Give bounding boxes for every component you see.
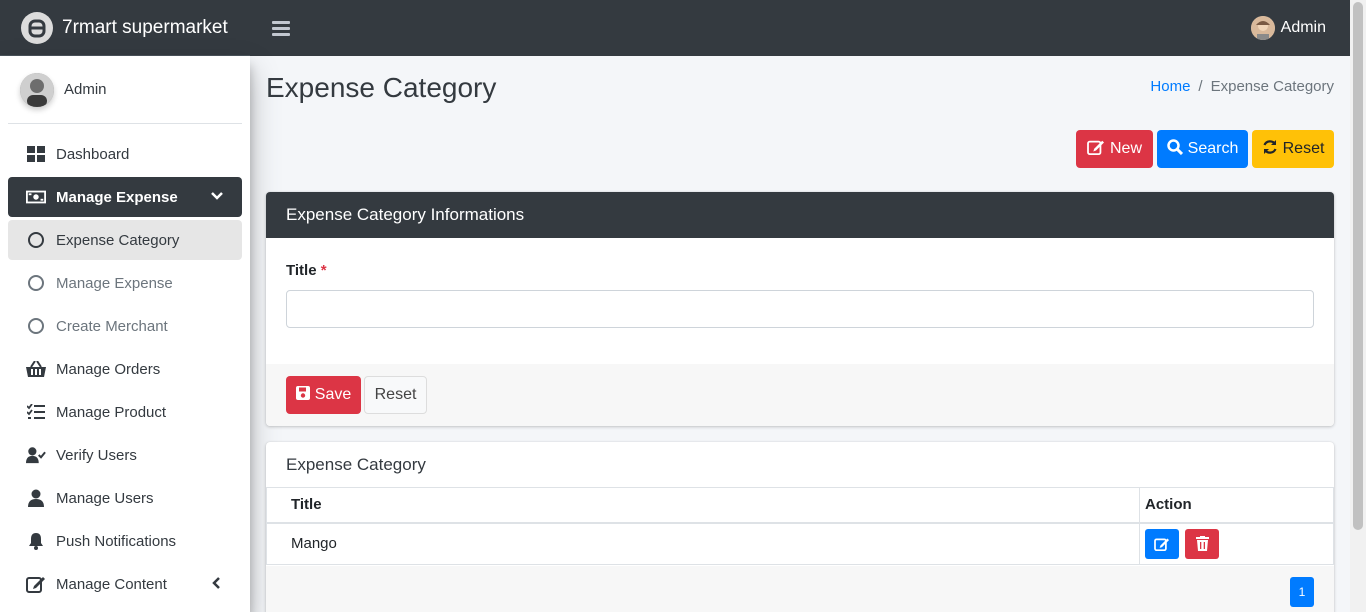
sidebar-item-label: Manage Orders bbox=[56, 360, 161, 378]
sidebar-item-label: Expense Category bbox=[56, 231, 180, 249]
basket-icon bbox=[26, 359, 46, 379]
main-content: Expense Category Home / Expense Category… bbox=[250, 56, 1350, 612]
page-title: Expense Category bbox=[266, 72, 497, 103]
form-card-header: Expense Category Informations bbox=[266, 192, 1334, 238]
new-button[interactable]: New bbox=[1076, 130, 1153, 168]
table-row: Mango bbox=[266, 522, 1334, 565]
save-icon bbox=[295, 385, 310, 405]
form-card-footer: Save Reset bbox=[266, 364, 1334, 426]
sidebar-item-label: Dashboard bbox=[56, 145, 130, 163]
edit-icon bbox=[1154, 538, 1169, 551]
reset-button-label: Reset bbox=[1282, 140, 1325, 157]
search-button[interactable]: Search bbox=[1157, 130, 1248, 168]
scrollbar-thumb[interactable] bbox=[1353, 2, 1363, 530]
user-icon bbox=[26, 488, 46, 508]
sidebar-item-manage-expense-sub[interactable]: Manage Expense bbox=[8, 263, 242, 303]
sidebar-item-label: Manage Content bbox=[56, 575, 167, 593]
sidebar-item-expense-category[interactable]: Expense Category bbox=[8, 220, 242, 260]
save-button[interactable]: Save bbox=[286, 376, 361, 414]
circle-icon bbox=[26, 273, 46, 293]
pagination-bar: 1 bbox=[266, 566, 1334, 612]
avatar bbox=[20, 72, 54, 107]
column-header-title: Title bbox=[266, 487, 1140, 524]
save-button-label: Save bbox=[314, 386, 352, 403]
form-reset-button[interactable]: Reset bbox=[364, 376, 427, 414]
required-mark: * bbox=[320, 262, 327, 279]
top-navbar: 7rmart supermarket Admin bbox=[0, 0, 1350, 56]
sidebar-item-label: Manage Expense bbox=[56, 188, 178, 206]
row-action-cell bbox=[1139, 522, 1334, 565]
sidebar-item-manage-content[interactable]: Manage Content bbox=[8, 564, 242, 604]
breadcrumb-home-link[interactable]: Home bbox=[1150, 78, 1190, 95]
chevron-left-icon bbox=[210, 576, 224, 594]
sidebar-item-dashboard[interactable]: Dashboard bbox=[8, 134, 242, 174]
breadcrumb-separator: / bbox=[1198, 78, 1203, 95]
edit-row-button[interactable] bbox=[1145, 528, 1179, 559]
search-icon bbox=[1166, 138, 1183, 160]
circle-icon bbox=[26, 316, 46, 336]
new-button-label: New bbox=[1110, 140, 1143, 157]
sidebar-user-panel[interactable]: Admin bbox=[8, 56, 242, 124]
circle-icon bbox=[26, 230, 46, 250]
top-user-menu[interactable]: Admin bbox=[1250, 16, 1326, 40]
top-user-name: Admin bbox=[1280, 19, 1326, 36]
table-header-row: Title Action bbox=[266, 487, 1334, 524]
sidebar-item-manage-orders[interactable]: Manage Orders bbox=[8, 349, 242, 389]
sidebar-item-push-notifications[interactable]: Push Notifications bbox=[8, 521, 242, 561]
breadcrumb: Home / Expense Category bbox=[1150, 78, 1334, 95]
list-check-icon bbox=[26, 402, 46, 422]
sidebar-item-label: Push Notifications bbox=[56, 532, 177, 550]
refresh-icon bbox=[1262, 139, 1278, 160]
sidebar-item-label: Manage Users bbox=[56, 489, 154, 507]
expense-category-form-card: Expense Category Informations Title * Sa… bbox=[266, 192, 1334, 426]
delete-row-button[interactable] bbox=[1185, 528, 1220, 559]
column-header-action: Action bbox=[1139, 487, 1334, 524]
row-title-cell: Mango bbox=[266, 522, 1140, 565]
avatar bbox=[1250, 16, 1275, 40]
sidebar-item-verify-users[interactable]: Verify Users bbox=[8, 435, 242, 475]
edit-icon bbox=[26, 574, 46, 594]
sidebar-item-label: Manage Product bbox=[56, 403, 167, 421]
user-check-icon bbox=[26, 445, 46, 465]
dashboard-icon bbox=[26, 144, 46, 164]
action-buttons: New Search Reset bbox=[1076, 130, 1334, 168]
chevron-down-icon bbox=[210, 189, 224, 207]
sidebar-user-name: Admin bbox=[64, 81, 107, 98]
page-scrollbar[interactable] bbox=[1350, 0, 1366, 612]
breadcrumb-current: Expense Category bbox=[1210, 78, 1334, 95]
search-button-label: Search bbox=[1187, 140, 1239, 157]
edit-icon bbox=[1087, 139, 1105, 160]
sidebar-item-label: Verify Users bbox=[56, 446, 137, 464]
title-input[interactable] bbox=[286, 290, 1314, 328]
sidebar-item-manage-expense[interactable]: Manage Expense bbox=[8, 177, 242, 217]
sidebar-nav: Dashboard Manage Expense Expense Categor… bbox=[0, 134, 250, 604]
title-field-label: Title * bbox=[286, 262, 327, 279]
pagination-page-1[interactable]: 1 bbox=[1290, 577, 1314, 607]
sidebar-item-manage-product[interactable]: Manage Product bbox=[8, 392, 242, 432]
trash-icon bbox=[1195, 536, 1209, 552]
bell-icon bbox=[26, 531, 46, 551]
sidebar-item-label: Create Merchant bbox=[56, 317, 168, 335]
brand[interactable]: 7rmart supermarket bbox=[0, 0, 250, 56]
sidebar-item-manage-users[interactable]: Manage Users bbox=[8, 478, 242, 518]
expense-category-list-card: Expense Category Title Action Mango 1 bbox=[266, 442, 1334, 612]
brand-title: 7rmart supermarket bbox=[62, 16, 228, 38]
brand-logo-icon bbox=[21, 11, 53, 44]
sidebar-item-label: Manage Expense bbox=[56, 274, 173, 292]
reset-button[interactable]: Reset bbox=[1252, 130, 1334, 168]
hamburger-menu-icon[interactable] bbox=[272, 18, 290, 38]
sidebar-item-create-merchant[interactable]: Create Merchant bbox=[8, 306, 242, 346]
money-icon bbox=[26, 187, 46, 207]
sidebar: Admin Dashboard Manage Expense Expense C… bbox=[0, 56, 250, 612]
expense-category-table: Title Action Mango bbox=[266, 487, 1334, 565]
list-card-title: Expense Category bbox=[286, 455, 426, 474]
